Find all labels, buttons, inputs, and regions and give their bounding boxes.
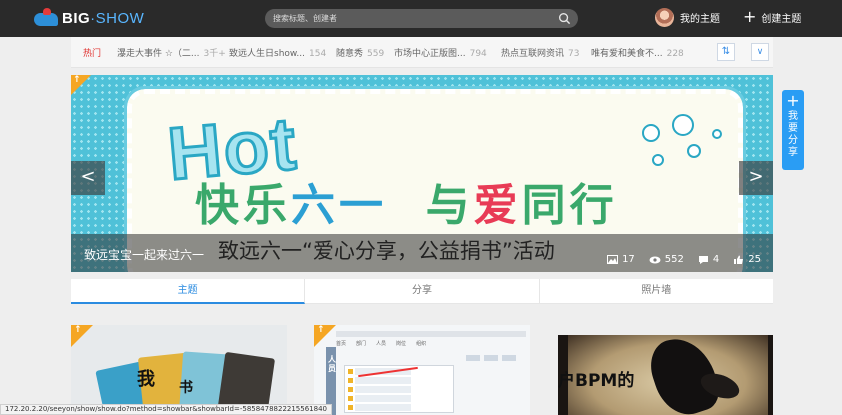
hot-topic-item[interactable]: 热点互联网资讯 73 <box>501 46 579 59</box>
share-widget-button[interactable]: + 我要分享 <box>782 90 804 170</box>
avatar[interactable] <box>655 8 674 27</box>
tab-topics[interactable]: 主题 <box>71 279 306 304</box>
content-tabs: 主题 分享 照片墙 <box>71 279 773 304</box>
arrow-up-icon: ↑ <box>73 75 81 85</box>
view-count: 552 <box>649 254 684 265</box>
bigshow-logo[interactable]: BIG·SHOW <box>34 6 144 30</box>
share-label: 我要分享 <box>788 111 798 158</box>
banner-stats: 17 552 4 25 <box>607 254 761 265</box>
my-topics-label: 我的主题 <box>680 14 720 25</box>
hot-topics-bar: 热门 瀑走大事件 ☆（二... 3千+ 致远人生日show... 154 随意秀 55… <box>71 37 773 68</box>
topic-card[interactable]: 户BPM的 <box>558 325 773 415</box>
create-topic-label: 创建主题 <box>761 13 802 25</box>
logo-text: BIG·SHOW <box>62 9 145 27</box>
tab-shares[interactable]: 分享 <box>305 279 540 304</box>
hot-topic-item[interactable]: 唯有爱和美食不... 228 <box>591 46 684 59</box>
hot-topic-item[interactable]: 随意秀 559 <box>336 46 384 59</box>
topic-card-grid: ↑ 我 书 ↑ 首页 部门 人员 岗位 组织 人员 户BPM的 <box>71 325 773 415</box>
whale-logo-icon <box>34 8 58 28</box>
top-navigation-bar: BIG·SHOW 我的主题 + 创建主题 <box>0 0 842 37</box>
image-count: 17 <box>607 254 635 265</box>
sort-toggle-button[interactable]: ⇅ <box>717 43 735 61</box>
card-artwork-text: 户BPM的 <box>558 371 635 391</box>
banner-carousel[interactable]: Hot 快乐六一 与爱同行 ↑ < > 致远宝宝一起来过六一 17 552 4 <box>71 75 773 272</box>
comment-count: 4 <box>698 254 719 265</box>
carousel-next-button[interactable]: > <box>739 161 773 195</box>
browser-status-url: 172.20.2.20/seeyon/show/show.do?method=s… <box>0 404 332 415</box>
chevron-down-icon: ∨ <box>756 47 764 57</box>
search-input[interactable] <box>273 9 553 28</box>
hot-topic-item[interactable]: 热门 <box>83 46 101 59</box>
thumbs-up-icon <box>734 255 744 264</box>
plus-icon: + <box>786 91 800 110</box>
banner-title[interactable]: 致远六一“爱心分享，公益捐书”活动 <box>218 235 555 265</box>
expand-topics-button[interactable]: ∨ <box>751 43 769 61</box>
sort-arrows-icon: ⇅ <box>721 46 731 57</box>
carousel-prev-button[interactable]: < <box>71 161 105 195</box>
banner-caption[interactable]: 致远宝宝一起来过六一 <box>84 246 204 263</box>
arrow-up-icon: ↑ <box>74 325 82 335</box>
arrow-up-icon: ↑ <box>317 325 325 335</box>
my-topics-link[interactable]: 我的主题 <box>655 8 720 27</box>
image-icon <box>607 255 619 264</box>
comment-icon <box>698 255 708 264</box>
like-count: 25 <box>733 254 761 265</box>
tree-view-screenshot <box>344 365 454 413</box>
banner-headline: 快乐六一 与爱同行 <box>195 180 618 231</box>
hot-topic-item[interactable]: 瀑走大事件 ☆（二... 3千+ <box>117 46 226 59</box>
hot-topic-item[interactable]: 市场中心正版图... 794 <box>394 46 487 59</box>
eye-icon <box>649 256 661 263</box>
topic-card[interactable]: ↑ 我 书 <box>71 325 287 415</box>
search-box <box>265 9 578 28</box>
plus-icon: + <box>743 7 757 26</box>
search-icon[interactable] <box>558 12 571 25</box>
topic-card[interactable]: ↑ 首页 部门 人员 岗位 组织 人员 <box>314 325 530 415</box>
hot-topic-item[interactable]: 致远人生日show... 154 <box>229 46 326 59</box>
tab-photo-wall[interactable]: 照片墙 <box>539 279 773 304</box>
create-topic-button[interactable]: + 创建主题 <box>743 9 801 25</box>
